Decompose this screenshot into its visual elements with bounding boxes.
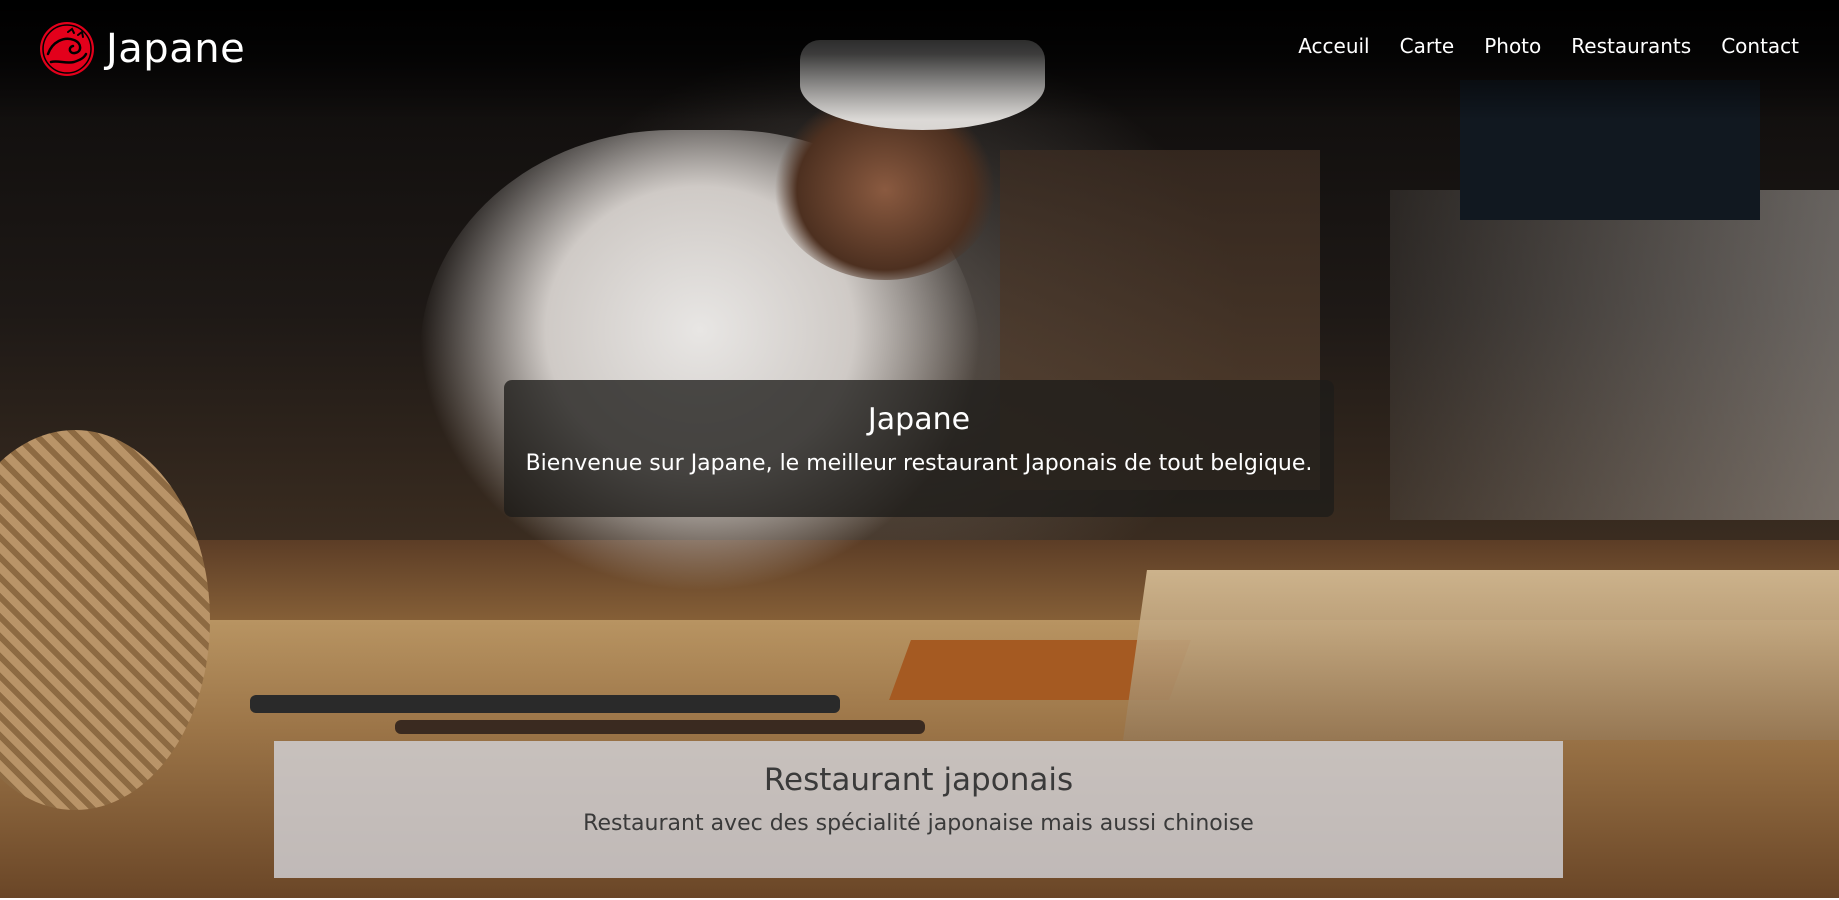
nav-link-contact[interactable]: Contact bbox=[1721, 34, 1799, 58]
kitchen-wall bbox=[1390, 190, 1839, 520]
japane-logo-icon bbox=[40, 22, 94, 76]
navbar: Japane Acceuil Carte Photo Restaurants C… bbox=[0, 0, 1839, 96]
nav-link-acceuil[interactable]: Acceuil bbox=[1298, 34, 1369, 58]
info-title: Restaurant japonais bbox=[763, 762, 1074, 798]
welcome-title: Japane bbox=[867, 402, 971, 437]
welcome-text: Bienvenue sur Japane, le meilleur restau… bbox=[525, 451, 1313, 476]
fish-display-case bbox=[1123, 570, 1839, 740]
brand-link[interactable]: Japane bbox=[38, 18, 245, 80]
knife bbox=[250, 695, 840, 713]
nav-menu: Acceuil Carte Photo Restaurants Contact bbox=[1268, 34, 1799, 58]
brand-name: Japane bbox=[106, 26, 246, 72]
info-text: Restaurant avec des spécialité japonaise… bbox=[583, 811, 1254, 836]
welcome-box: Japane Bienvenue sur Japane, le meilleur… bbox=[504, 380, 1334, 517]
nav-link-photo[interactable]: Photo bbox=[1484, 34, 1541, 58]
info-box: Restaurant japonais Restaurant avec des … bbox=[274, 741, 1563, 878]
nav-link-restaurants[interactable]: Restaurants bbox=[1571, 34, 1691, 58]
nav-link-carte[interactable]: Carte bbox=[1400, 34, 1455, 58]
knife bbox=[395, 720, 925, 734]
